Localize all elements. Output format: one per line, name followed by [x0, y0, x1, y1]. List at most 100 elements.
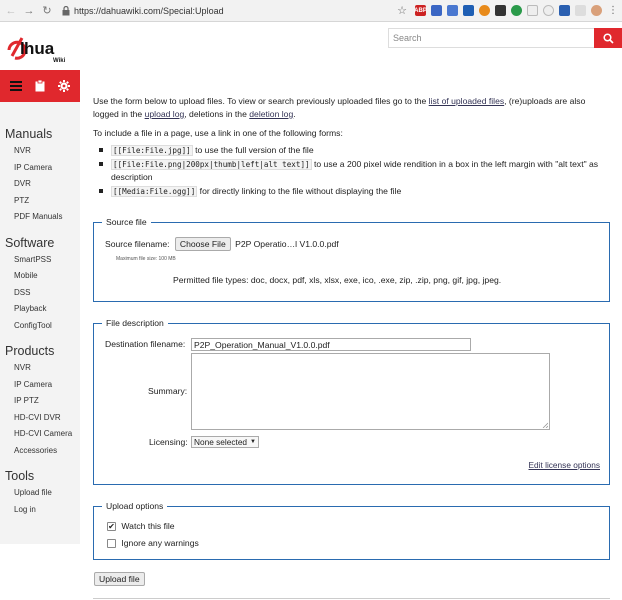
list-item: [[Media:File.ogg]] for directly linking …: [93, 185, 613, 198]
licensing-label: Licensing:: [149, 437, 188, 447]
forward-arrow-icon[interactable]: →: [22, 4, 36, 18]
clipboard-icon[interactable]: [33, 79, 47, 93]
upload-options-fieldset: Upload options ✔ Watch this file Ignore …: [93, 501, 610, 560]
svg-text:l: l: [20, 39, 25, 58]
summary-label: Summary:: [148, 386, 188, 396]
fieldset-legend: Upload options: [102, 501, 168, 511]
code-snippet: [[File:File.jpg]]: [111, 145, 193, 156]
edit-license-options-link[interactable]: Edit license options: [529, 460, 601, 470]
chevron-down-icon: ▼: [250, 438, 256, 445]
bookmark-star-icon[interactable]: ☆: [395, 4, 409, 17]
sidebar-item-dss[interactable]: DSS: [0, 285, 80, 302]
intro-text: Use the form below to upload files. To v…: [93, 96, 429, 106]
svg-text:hua: hua: [24, 39, 55, 58]
address-bar[interactable]: https://dahuawiki.com/Special:Upload: [74, 6, 395, 16]
search-input[interactable]: [388, 28, 594, 48]
reload-icon[interactable]: ↻: [40, 4, 54, 18]
code-snippet: [[File:File.png|200px|thumb|left|alt tex…: [111, 159, 312, 170]
upload-file-button[interactable]: Upload file: [94, 572, 145, 586]
permitted-file-types: Permitted file types: doc, docx, pdf, xl…: [173, 275, 502, 285]
upload-log-link[interactable]: upload log: [145, 109, 185, 119]
max-file-size: Maximum file size: 100 MB: [116, 256, 176, 262]
search-button[interactable]: [594, 28, 622, 48]
sidebar-heading-manuals: Manuals: [5, 127, 53, 141]
sidebar-item-hd-cvi-camera[interactable]: HD-CVI Camera: [0, 426, 80, 443]
sidebar-item-log-in[interactable]: Log in: [0, 502, 80, 519]
include-instructions: To include a file in a page, use a link …: [93, 128, 343, 138]
sidebar-heading-software: Software: [5, 235, 55, 250]
sidebar-item-ip-camera[interactable]: IP Camera: [0, 160, 80, 177]
licensing-selected-value: None selected: [194, 436, 248, 447]
watch-file-option[interactable]: ✔ Watch this file: [107, 521, 175, 532]
lock-icon[interactable]: [60, 5, 72, 17]
source-file-fieldset: Source file Source filename: Choose File…: [93, 217, 610, 302]
sidebar: Manuals NVR IP Camera DVR PTZ PDF Manuals Soft…: [0, 70, 80, 544]
sidebar-item-upload-file[interactable]: Upload file: [0, 485, 80, 502]
search-box: [388, 28, 622, 48]
sidebar-item-ip-ptz[interactable]: IP PTZ: [0, 393, 80, 410]
chosen-file-name: P2P Operatio…l V1.0.0.pdf: [235, 239, 339, 249]
avatar[interactable]: [591, 5, 602, 16]
main-content: Use the form below to upload files. To v…: [93, 95, 613, 199]
gear-icon[interactable]: [57, 79, 71, 93]
extension-icon[interactable]: [527, 5, 538, 16]
translate-extension-icon[interactable]: [447, 5, 458, 16]
sidebar-item-ip-camera[interactable]: IP Camera: [0, 377, 80, 394]
ignore-warnings-checkbox[interactable]: [107, 539, 116, 549]
destination-filename-input[interactable]: [191, 338, 471, 351]
sidebar-item-nvr[interactable]: NVR: [0, 143, 80, 160]
file-description-fieldset: File description Destination filename: S…: [93, 318, 610, 485]
list-item-text: to use the full version of the file: [192, 145, 314, 155]
ignore-warnings-option[interactable]: Ignore any warnings: [107, 538, 199, 549]
sidebar-item-accessories[interactable]: Accessories: [0, 443, 80, 460]
choose-file-button[interactable]: Choose File: [174, 237, 231, 251]
sidebar-item-ptz[interactable]: PTZ: [0, 193, 80, 210]
back-arrow-icon[interactable]: ←: [4, 4, 18, 18]
sidebar-item-configtool[interactable]: ConfigTool: [0, 318, 80, 335]
list-of-uploaded-files-link[interactable]: list of uploaded files: [429, 96, 504, 106]
sidebar-item-mobile[interactable]: Mobile: [0, 268, 80, 285]
extension-icon[interactable]: [511, 5, 522, 16]
resize-handle-icon[interactable]: [542, 422, 548, 428]
sidebar-item-nvr[interactable]: NVR: [0, 360, 80, 377]
extension-icon[interactable]: [431, 5, 442, 16]
sidebar-heading-tools: Tools: [5, 469, 35, 483]
list-item: [[File:File.png|200px|thumb|left|alt tex…: [93, 158, 613, 184]
link-forms-list: [[File:File.jpg]] to use the full versio…: [93, 144, 613, 198]
sidebar-item-hd-cvi-dvr[interactable]: HD-CVI DVR: [0, 410, 80, 427]
site-logo[interactable]: hua l Wiki: [6, 34, 78, 64]
summary-textarea[interactable]: [191, 353, 550, 430]
extension-icon[interactable]: [575, 5, 586, 16]
browser-toolbar: ← → ↻ https://dahuawiki.com/Special:Uplo…: [0, 0, 622, 22]
list-item-text: for directly linking to the file without…: [197, 186, 402, 196]
source-filename-label: Source filename:: [105, 239, 170, 249]
watch-file-checkbox[interactable]: ✔: [107, 522, 116, 532]
deletion-log-link[interactable]: deletion log: [249, 109, 293, 119]
extension-icon[interactable]: [479, 5, 490, 16]
intro-text: , deletions in the: [184, 109, 250, 119]
adblock-extension-icon[interactable]: ABP: [414, 5, 427, 16]
extension-icon[interactable]: [543, 5, 554, 16]
fieldset-legend: File description: [102, 318, 168, 328]
sidebar-item-dvr[interactable]: DVR: [0, 176, 80, 193]
extensions-bar: ABP: [414, 5, 602, 16]
svg-text:Wiki: Wiki: [53, 58, 66, 64]
ignore-warnings-label: Ignore any warnings: [121, 538, 199, 548]
source-filename-row: Source filename: Choose File P2P Operati…: [105, 237, 339, 251]
licensing-select[interactable]: None selected ▼: [191, 436, 259, 448]
fieldset-legend: Source file: [102, 217, 151, 227]
extension-icon[interactable]: [495, 5, 506, 16]
extension-icon[interactable]: [463, 5, 474, 16]
sidebar-toolbar: [0, 70, 80, 102]
intro-paragraph: Use the form below to upload files. To v…: [93, 95, 613, 121]
sidebar-item-pdf-manuals[interactable]: PDF Manuals: [0, 209, 80, 226]
sidebar-item-smartpss[interactable]: SmartPSS: [0, 252, 80, 269]
dahua-wiki-logo-icon: hua l Wiki: [7, 37, 66, 64]
sidebar-item-playback[interactable]: Playback: [0, 301, 80, 318]
watch-file-label: Watch this file: [121, 521, 175, 531]
more-menu-icon[interactable]: ⋮: [608, 5, 618, 16]
divider: [93, 598, 610, 599]
intro-text: .: [293, 109, 296, 119]
menu-icon[interactable]: [9, 79, 23, 93]
extension-icon[interactable]: [559, 5, 570, 16]
